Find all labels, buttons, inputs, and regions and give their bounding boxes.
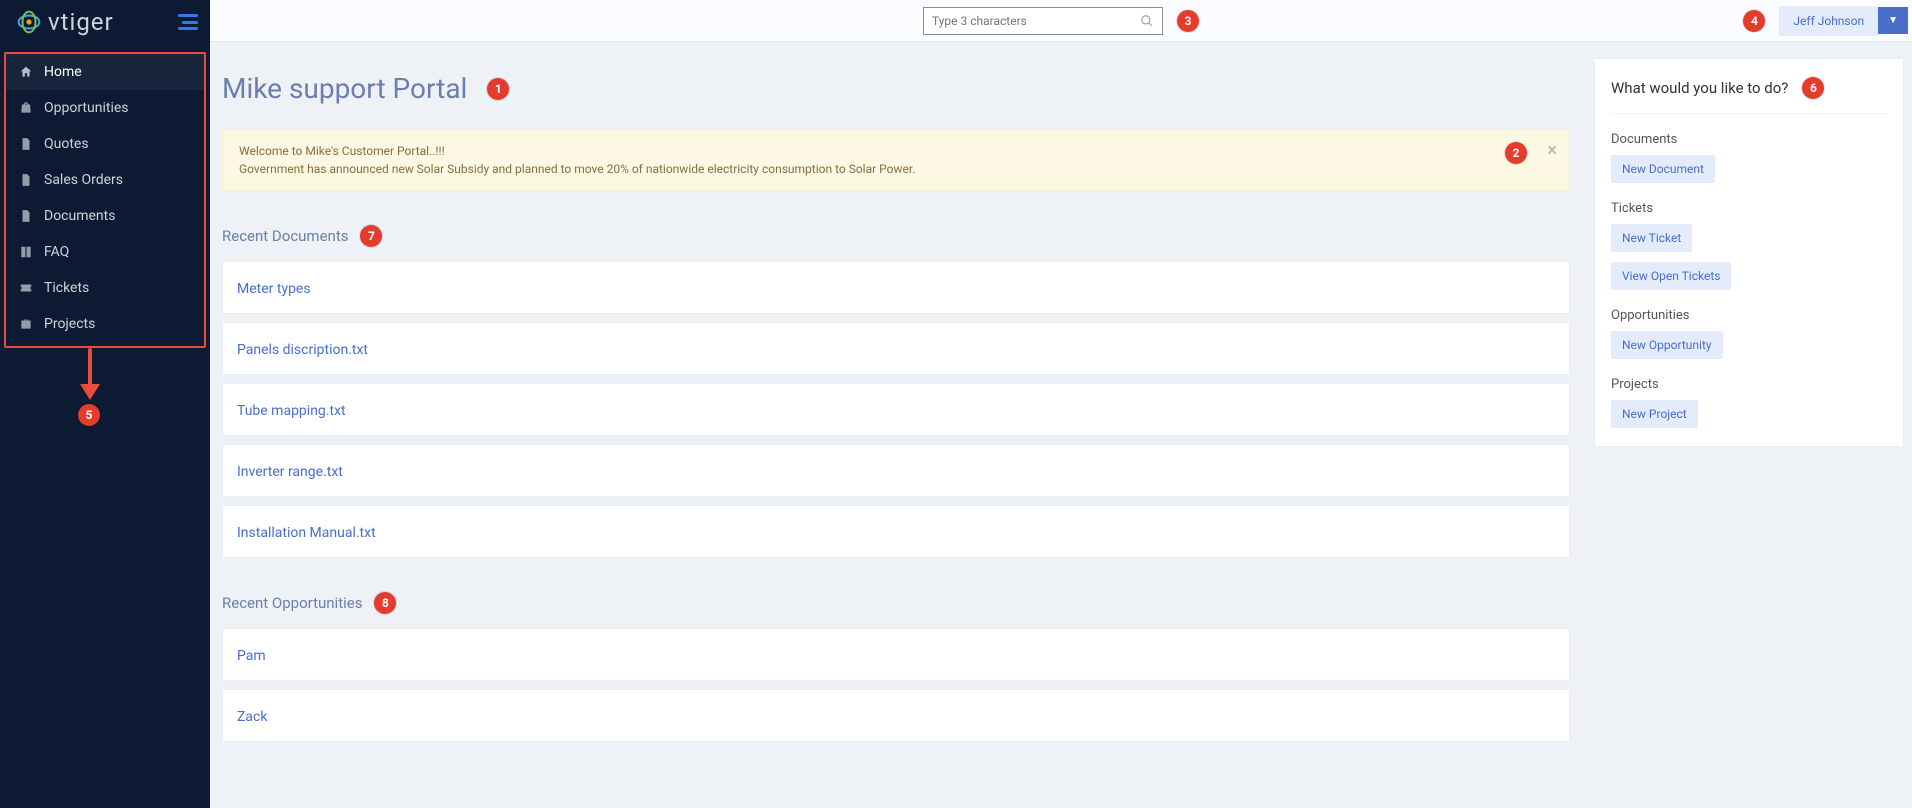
new-document-button[interactable]: New Document: [1611, 155, 1715, 183]
sidebar-item-label: Sales Orders: [44, 172, 123, 188]
list-item[interactable]: Pam: [222, 628, 1570, 681]
page-title-text: Mike support Portal: [222, 72, 467, 105]
alert-line-2: Government has announced new Solar Subsi…: [239, 160, 915, 178]
menu-toggle-icon[interactable]: [178, 14, 198, 30]
doc-icon: [18, 208, 34, 224]
actions-panel: What would you like to do? 6 Documents Ne…: [1594, 58, 1904, 447]
annotation-arrow: 5: [0, 348, 210, 428]
book-icon: [18, 244, 34, 260]
document-link[interactable]: Panels discription.txt: [237, 342, 368, 358]
sidebar-item-label: Projects: [44, 316, 95, 332]
recent-documents-list: Meter types Panels discription.txt Tube ma…: [222, 261, 1570, 558]
annotation-badge-4: 4: [1743, 10, 1765, 32]
annotation-badge-3: 3: [1177, 10, 1199, 32]
recent-documents-title: Recent Documents 7: [222, 225, 1570, 247]
doc-icon: [18, 172, 34, 188]
annotation-badge-5: 5: [78, 404, 100, 426]
topbar: 3 4 Jeff Johnson ▼: [210, 0, 1912, 42]
opportunity-link[interactable]: Zack: [237, 709, 267, 725]
alert-text: Welcome to Mike's Customer Portal..!!! G…: [239, 142, 915, 178]
list-item[interactable]: Meter types: [222, 261, 1570, 314]
sidebar-item-projects[interactable]: Projects: [6, 306, 204, 342]
document-link[interactable]: Installation Manual.txt: [237, 525, 376, 541]
action-group-label: Projects: [1611, 377, 1887, 392]
sidebar-item-tickets[interactable]: Tickets: [6, 270, 204, 306]
new-project-button[interactable]: New Project: [1611, 400, 1698, 428]
annotation-badge-2: 2: [1505, 142, 1527, 164]
sidebar-item-opportunities[interactable]: Opportunities: [6, 90, 204, 126]
new-opportunity-button[interactable]: New Opportunity: [1611, 331, 1723, 359]
list-item[interactable]: Inverter range.txt: [222, 444, 1570, 497]
sidebar-item-label: Quotes: [44, 136, 89, 152]
annotation-badge-7: 7: [360, 225, 382, 247]
ticket-icon: [18, 280, 34, 296]
sidebar-item-home[interactable]: Home: [6, 54, 204, 90]
user-area: 4 Jeff Johnson ▼: [1743, 6, 1908, 36]
logo-mark-icon: [16, 9, 42, 35]
list-item[interactable]: Tube mapping.txt: [222, 383, 1570, 436]
sidebar-item-label: Opportunities: [44, 100, 129, 116]
sidebar-item-label: Tickets: [44, 280, 89, 296]
sidebar-item-label: Documents: [44, 208, 115, 224]
page-title: Mike support Portal 1: [222, 58, 1570, 129]
user-menu[interactable]: Jeff Johnson ▼: [1779, 6, 1908, 36]
annotation-badge-6: 6: [1802, 77, 1824, 99]
sidebar-item-label: Home: [44, 64, 82, 80]
opportunity-link[interactable]: Pam: [237, 648, 266, 664]
annotation-badge-8: 8: [374, 592, 396, 614]
sidebar-item-sales-orders[interactable]: Sales Orders: [6, 162, 204, 198]
action-group-label: Tickets: [1611, 201, 1887, 216]
doc-icon: [18, 136, 34, 152]
sidebar-item-documents[interactable]: Documents: [6, 198, 204, 234]
brand-logo[interactable]: vtiger: [16, 8, 114, 36]
view-open-tickets-button[interactable]: View Open Tickets: [1611, 262, 1731, 290]
brand-name: vtiger: [48, 8, 114, 36]
user-name-button[interactable]: Jeff Johnson: [1779, 6, 1878, 36]
annotation-badge-1: 1: [487, 78, 509, 100]
briefcase-icon: [18, 316, 34, 332]
action-group-label: Opportunities: [1611, 308, 1887, 323]
main: 3 4 Jeff Johnson ▼ Mike support Portal 1…: [210, 0, 1912, 808]
search-box[interactable]: [923, 7, 1163, 35]
document-link[interactable]: Tube mapping.txt: [237, 403, 346, 419]
sidebar-nav: Home Opportunities Quotes Sales Orders Docum…: [4, 52, 206, 348]
sidebar-item-quotes[interactable]: Quotes: [6, 126, 204, 162]
search-icon: [1140, 14, 1154, 28]
sidebar: vtiger Home Opportunities Quotes Sales Orde…: [0, 0, 210, 808]
sidebar-header: vtiger: [0, 0, 210, 44]
recent-opportunities-title: Recent Opportunities 8: [222, 592, 1570, 614]
alert-close-button[interactable]: ×: [1547, 140, 1557, 161]
action-group-label: Documents: [1611, 132, 1887, 147]
list-item[interactable]: Panels discription.txt: [222, 322, 1570, 375]
new-ticket-button[interactable]: New Ticket: [1611, 224, 1692, 252]
bag-icon: [18, 100, 34, 116]
user-menu-caret[interactable]: ▼: [1878, 7, 1908, 34]
document-link[interactable]: Inverter range.txt: [237, 464, 343, 480]
announcement-alert: Welcome to Mike's Customer Portal..!!! G…: [222, 129, 1570, 191]
search-wrap: 3: [923, 7, 1199, 35]
document-link[interactable]: Meter types: [237, 281, 311, 297]
recent-opportunities-list: Pam Zack: [222, 628, 1570, 742]
alert-line-1: Welcome to Mike's Customer Portal..!!!: [239, 142, 915, 160]
search-input[interactable]: [932, 14, 1140, 28]
home-icon: [18, 64, 34, 80]
actions-panel-title: What would you like to do? 6: [1611, 77, 1887, 114]
sidebar-item-faq[interactable]: FAQ: [6, 234, 204, 270]
list-item[interactable]: Installation Manual.txt: [222, 505, 1570, 558]
sidebar-item-label: FAQ: [44, 244, 69, 260]
list-item[interactable]: Zack: [222, 689, 1570, 742]
